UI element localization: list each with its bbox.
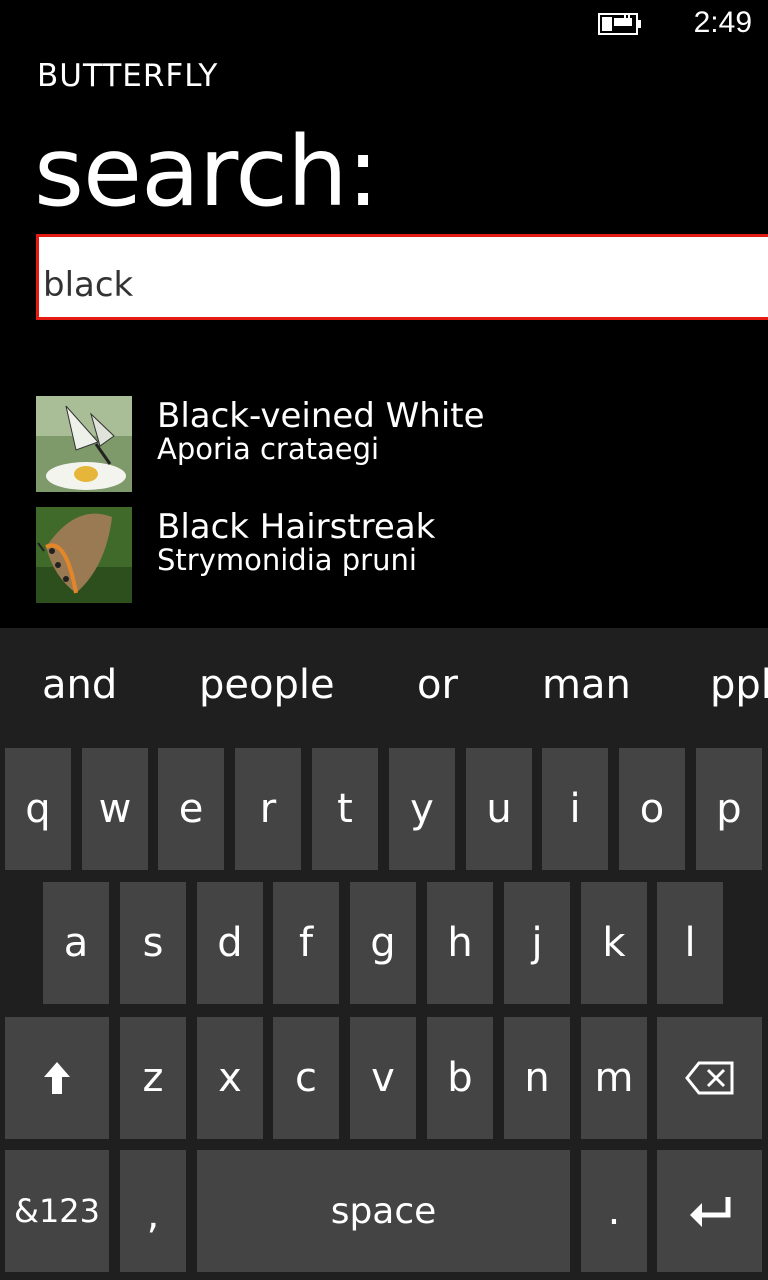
key-i[interactable]: i	[542, 748, 608, 870]
suggestion-bar: and people or man ppl	[0, 628, 768, 744]
list-item[interactable]: Black Hairstreak Strymonidia pruni	[36, 507, 736, 603]
suggestion-item[interactable]: man	[542, 662, 631, 708]
app-title: BUTTERFLY	[37, 58, 219, 94]
butterfly-white-thumbnail	[36, 396, 132, 492]
key-comma[interactable]: ,	[120, 1150, 186, 1272]
key-s[interactable]: s	[120, 882, 186, 1004]
key-f[interactable]: f	[273, 882, 339, 1004]
status-time: 2:49	[693, 6, 752, 39]
shift-arrow-icon	[44, 1062, 70, 1094]
suggestion-item[interactable]: ppl	[710, 662, 768, 708]
key-p[interactable]: p	[696, 748, 762, 870]
key-d[interactable]: d	[197, 882, 263, 1004]
key-c[interactable]: c	[273, 1017, 339, 1139]
key-n[interactable]: n	[504, 1017, 570, 1139]
search-input[interactable]: black	[36, 234, 768, 320]
symbols-key[interactable]: &123	[5, 1150, 109, 1272]
result-name: Black-veined White	[157, 396, 485, 436]
key-h[interactable]: h	[427, 882, 493, 1004]
key-l[interactable]: l	[657, 882, 723, 1004]
enter-key[interactable]	[657, 1150, 762, 1272]
key-w[interactable]: w	[82, 748, 148, 870]
search-page: 2:49 BUTTERFLY search: black Black-veine…	[0, 0, 768, 1280]
backspace-icon	[684, 1061, 733, 1095]
suggestion-item[interactable]: people	[199, 662, 335, 708]
suggestion-item[interactable]: and	[42, 662, 117, 708]
space-key[interactable]: space	[197, 1150, 570, 1272]
key-e[interactable]: e	[158, 748, 224, 870]
key-k[interactable]: k	[581, 882, 647, 1004]
key-q[interactable]: q	[5, 748, 71, 870]
key-j[interactable]: j	[504, 882, 570, 1004]
key-v[interactable]: v	[350, 1017, 416, 1139]
result-scientific-name: Strymonidia pruni	[157, 543, 417, 577]
list-item[interactable]: Black-veined White Aporia crataegi	[36, 396, 736, 492]
key-t[interactable]: t	[312, 748, 378, 870]
result-scientific-name: Aporia crataegi	[157, 432, 380, 466]
key-period[interactable]: .	[581, 1150, 647, 1272]
key-m[interactable]: m	[581, 1017, 647, 1139]
enter-icon	[689, 1197, 730, 1227]
backspace-key[interactable]	[657, 1017, 762, 1139]
key-b[interactable]: b	[427, 1017, 493, 1139]
on-screen-keyboard: and people or man ppl q w e r t y u i o …	[0, 628, 768, 1280]
key-g[interactable]: g	[350, 882, 416, 1004]
butterfly-brown-thumbnail	[36, 507, 132, 603]
key-y[interactable]: y	[389, 748, 455, 870]
battery-charging-icon	[598, 13, 641, 35]
shift-key[interactable]	[5, 1017, 109, 1139]
key-z[interactable]: z	[120, 1017, 186, 1139]
key-a[interactable]: a	[43, 882, 109, 1004]
key-u[interactable]: u	[466, 748, 532, 870]
suggestion-item[interactable]: or	[417, 662, 458, 708]
key-o[interactable]: o	[619, 748, 685, 870]
key-r[interactable]: r	[235, 748, 301, 870]
results-list: Black-veined White Aporia crataegi Black…	[36, 396, 736, 618]
result-name: Black Hairstreak	[157, 507, 436, 547]
page-title: search:	[34, 116, 379, 228]
key-x[interactable]: x	[197, 1017, 263, 1139]
